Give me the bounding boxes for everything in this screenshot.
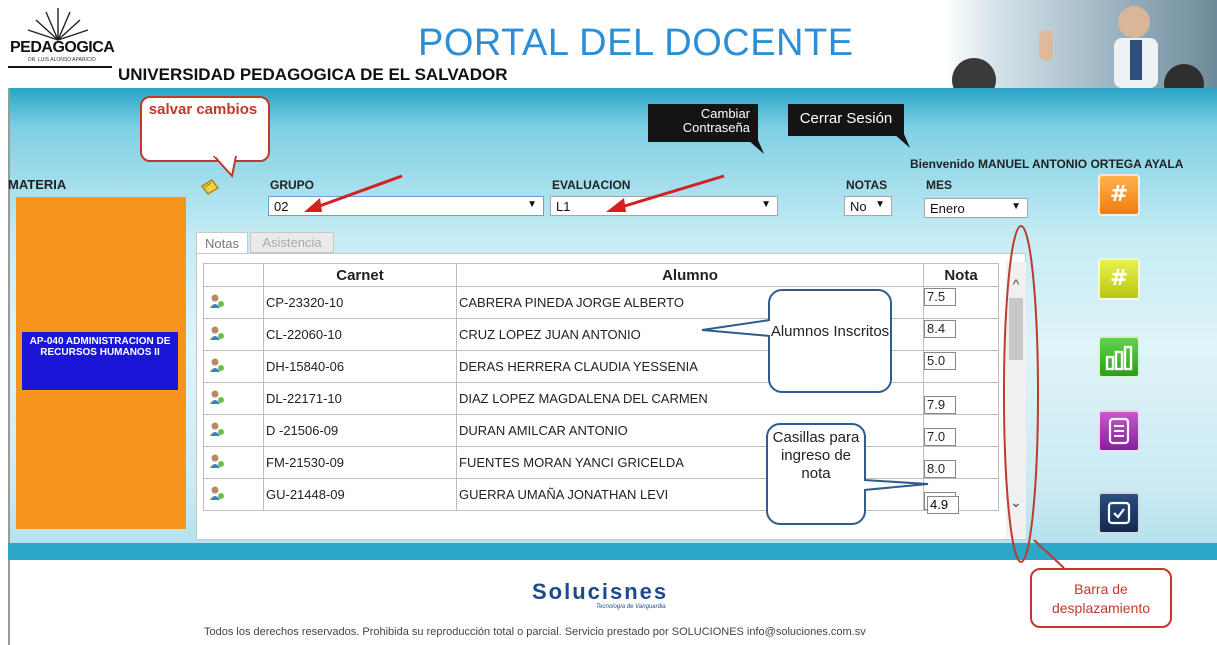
checkbox-icon[interactable] — [1098, 492, 1140, 534]
tab-notas[interactable]: Notas — [196, 232, 248, 253]
student-icon[interactable] — [203, 414, 264, 447]
change-password-button[interactable]: Cambiar Contraseña — [648, 104, 758, 142]
carnet-cell: DL-22171-10 — [263, 382, 457, 415]
student-icon[interactable] — [203, 350, 264, 383]
column-header-icon — [203, 263, 264, 287]
nota-cell: 8.4 — [923, 318, 999, 351]
change-password-tail — [748, 140, 764, 154]
nota-input[interactable]: 7.9 — [924, 395, 956, 414]
annotation-scrollbar-ellipse — [1003, 225, 1039, 563]
carnet-cell: FM-21530-09 — [263, 446, 457, 479]
annotation-casillas-text: Casillas para ingreso de nota — [772, 429, 860, 482]
mes-value: Enero — [930, 201, 965, 216]
nota-cell: 7.5 — [923, 286, 999, 319]
chevron-down-icon: ▼ — [761, 199, 771, 210]
annotation-arrow-grupo — [304, 174, 403, 212]
multi-hash-icon[interactable]: # — [1098, 258, 1140, 300]
mes-select[interactable]: Enero ▼ — [924, 198, 1028, 218]
table-row: D -21506-09 DURAN AMILCAR ANTONIO 7.0 — [203, 414, 999, 447]
nota-cell: 7.9 — [923, 382, 999, 415]
document-list-icon[interactable] — [1098, 410, 1140, 452]
logo-wordmark: PEDAGOGICA — [10, 39, 115, 56]
logo-underline — [8, 66, 112, 68]
bar-chart-icon[interactable] — [1098, 336, 1140, 378]
annotation-casillas-pointer — [863, 479, 929, 491]
soluciones-logo: Solucisnes — [532, 579, 669, 604]
soluciones-tagline: Tecnología de Vanguardia — [596, 604, 666, 610]
annotation-salvar-text: salvar cambios — [148, 101, 258, 118]
nota-cell: 7.0 — [923, 414, 999, 447]
carnet-cell: CP-23320-10 — [263, 286, 457, 319]
carnet-cell: CL-22060-10 — [263, 318, 457, 351]
save-icon[interactable] — [200, 178, 219, 196]
chevron-down-icon: ▼ — [527, 199, 537, 210]
student-icon[interactable] — [203, 382, 264, 415]
logout-button[interactable]: Cerrar Sesión — [788, 104, 904, 136]
nota-input[interactable]: 4.9 — [927, 496, 959, 514]
carnet-cell: GU-21448-09 — [263, 478, 457, 511]
nota-input[interactable]: 5.0 — [924, 351, 956, 370]
chevron-down-icon: ▼ — [1011, 201, 1021, 212]
logo-subtext: DR. LUIS ALONSO APARICIO — [28, 57, 96, 63]
table-row: FM-21530-09 FUENTES MORAN YANCI GRICELDA 8… — [203, 446, 999, 479]
annotation-scroll-pointer — [1033, 539, 1065, 569]
nota-input[interactable]: 7.5 — [924, 287, 956, 306]
column-header-nota: Nota — [923, 263, 999, 287]
student-icon[interactable] — [203, 478, 264, 511]
notas-table-panel: Carnet Alumno Nota CP-23320-10 CABRERA PI… — [196, 253, 1026, 540]
annotation-casillas-bubble: Casillas para ingreso de nota — [766, 423, 866, 525]
notas-label: NOTAS — [846, 178, 888, 192]
nota-cell: 8.0 — [923, 446, 999, 479]
notas-select[interactable]: No ▼ — [844, 196, 892, 216]
column-header-carnet: Carnet — [263, 263, 457, 287]
student-icon[interactable] — [203, 286, 264, 319]
nota-input[interactable]: 7.0 — [924, 427, 956, 446]
hash-icon[interactable]: # — [1098, 174, 1140, 216]
nota-input[interactable]: 8.4 — [924, 319, 956, 338]
carnet-cell: D -21506-09 — [263, 414, 457, 447]
welcome-text: Bienvenido MANUEL ANTONIO ORTEGA AYALA — [910, 157, 1184, 171]
annotation-alumnos-pointer — [701, 319, 771, 337]
logout-tail — [894, 134, 910, 148]
student-icon[interactable] — [203, 318, 264, 351]
student-icon[interactable] — [203, 446, 264, 479]
tab-asistencia[interactable]: Asistencia — [250, 232, 334, 253]
annotation-salvar-pointer — [212, 156, 238, 178]
annotation-alumnos-bubble: Alumnos Inscritos — [768, 289, 892, 393]
grupo-value: 02 — [274, 199, 289, 214]
annotation-arrow-evaluacion — [606, 174, 725, 212]
footer-copyright: Todos los derechos reservados. Prohibida… — [204, 626, 866, 638]
mes-label: MES — [926, 178, 953, 192]
annotation-alumnos-text: Alumnos Inscritos — [770, 323, 890, 340]
nota-cell: 5.0 — [923, 350, 999, 383]
subject-button[interactable]: AP-040 ADMINISTRACION DE RECURSOS HUMANO… — [22, 332, 178, 390]
nota-input[interactable]: 8.0 — [924, 459, 956, 478]
university-name: UNIVERSIDAD PEDAGOGICA DE EL SALVADOR — [118, 65, 508, 84]
annotation-barra-callout: Barra de desplazamiento — [1030, 568, 1172, 628]
column-header-alumno: Alumno — [456, 263, 924, 287]
evaluacion-value: L1 — [556, 199, 571, 214]
materia-label: MATERIA — [8, 177, 67, 192]
notas-value: No — [850, 199, 867, 214]
chevron-down-icon: ▼ — [875, 199, 885, 210]
annotation-barra-text: Barra de desplazamiento — [1051, 581, 1151, 616]
header-photo-teacher — [944, 0, 1217, 88]
carnet-cell: DH-15840-06 — [263, 350, 457, 383]
table-header-row: Carnet Alumno Nota — [203, 263, 999, 287]
page-title: PORTAL DEL DOCENTE — [418, 22, 854, 64]
